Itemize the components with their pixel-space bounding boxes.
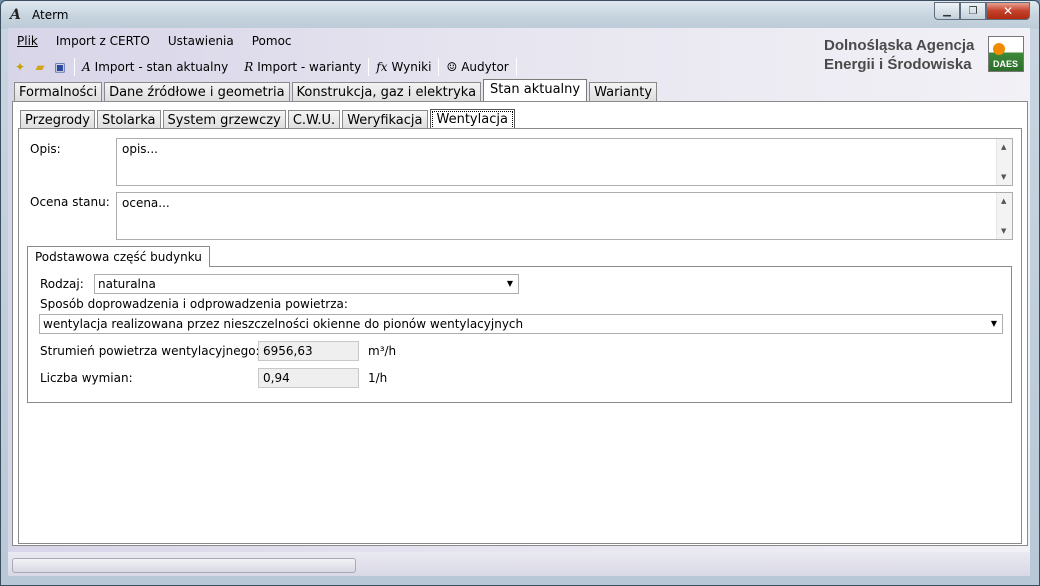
rodzaj-value: naturalna [98,277,156,291]
menu-plik-label: Plik [17,34,38,48]
import-current-label: Import - stan aktualny [94,60,229,74]
tab-dane-zrodlowe[interactable]: Dane źródłowe i geometria [104,82,290,102]
function-icon: fx [376,60,388,74]
menu-pomoc[interactable]: Pomoc [243,32,301,52]
sposob-label: Sposób doprowadzenia i odprowadzenia pow… [40,297,348,311]
tab-weryfikacja[interactable]: Weryfikacja [342,110,428,130]
import-variants-label: Import - warianty [257,60,362,74]
auditor-button[interactable]: ☺ Audytor [443,57,511,77]
sun-icon [993,43,1005,55]
rodzaj-label: Rodzaj: [40,277,84,291]
scroll-down-icon[interactable]: ▼ [1001,173,1006,181]
menu-import-certo-label: Import z CERTO [55,34,150,48]
client-area: Plik Import z CERTO Ustawienia Pomoc ✦ ▰… [8,28,1030,552]
rodzaj-select[interactable]: naturalna ▼ [94,274,519,294]
opis-label: Opis: [30,142,61,156]
restore-icon: ❐ [968,5,978,17]
auditor-icon: ☺ [446,60,458,74]
close-button[interactable]: ✕ [986,2,1030,20]
toolbar-separator [235,58,237,76]
import-variants-button[interactable]: R Import - warianty [241,57,364,77]
scroll-down-icon[interactable]: ▼ [1001,227,1006,235]
menu-bar: Plik Import z CERTO Ustawienia Pomoc [8,32,301,52]
strumien-unit: m³/h [368,344,397,358]
chevron-down-icon: ▼ [506,279,513,288]
ocena-label: Ocena stanu: [30,195,110,209]
strumien-label: Strumień powietrza wentylacyjnego: [40,344,260,358]
ocena-textarea[interactable]: ocena... ▲ ▼ [116,192,1013,240]
minimize-icon: ▁ [943,5,951,17]
toolbar: ✦ ▰ ▣ A Import - stan aktualny R Import … [10,56,521,78]
logo-badge-text: DAES [993,59,1019,69]
logo-line-2: Energii i Środowiska [824,56,972,73]
logo-text: Dolnośląska Agencja Energii i Środowiska [824,36,974,74]
main-tabs: Formalności Dane źródłowe i geometria Ko… [14,79,659,103]
save-button[interactable]: ▣ [50,57,70,77]
open-button[interactable]: ▰ [30,57,50,77]
ocena-text: ocena... [122,196,170,210]
new-file-icon: ✦ [14,60,26,74]
group-tab-podstawowa[interactable]: Podstawowa część budynku [27,246,210,267]
sposob-select[interactable]: wentylacja realizowana przez nieszczelno… [39,314,1003,334]
sposob-value: wentylacja realizowana przez nieszczelno… [43,317,524,331]
scroll-up-icon[interactable]: ▲ [1001,143,1006,151]
chevron-down-icon: ▼ [990,319,997,328]
tab-stan-aktualny[interactable]: Stan aktualny [483,79,588,103]
tab-system-grzewczy[interactable]: System grzewczy [162,110,286,130]
new-file-button[interactable]: ✦ [10,57,30,77]
wymian-label: Liczba wymian: [40,371,133,385]
auditor-label: Audytor [461,60,509,74]
wymian-unit: 1/h [368,371,388,385]
title-bar[interactable]: A Aterm ▁ ❐ ✕ [1,1,1039,29]
window-controls: ▁ ❐ ✕ [934,2,1030,20]
logo-line-1: Dolnośląska Agencja [824,37,975,54]
toolbar-separator [515,58,517,76]
results-label: Wyniki [391,60,432,74]
import-variants-icon: R [244,60,254,74]
menu-plik[interactable]: Plik [8,32,47,52]
results-button[interactable]: fx Wyniki [373,57,434,77]
toolbar-separator [74,58,75,76]
menu-pomoc-label: Pomoc [251,34,292,48]
app-icon: A [10,7,21,23]
menu-ustawienia-label: Ustawienia [167,34,234,48]
menu-ustawienia[interactable]: Ustawienia [159,32,243,52]
tab-konstrukcja[interactable]: Konstrukcja, gaz i elektryka [291,82,482,102]
tab-cwu[interactable]: C.W.U. [287,110,341,130]
minimize-button[interactable]: ▁ [934,2,960,20]
ocena-scrollbar[interactable]: ▲ ▼ [996,193,1012,239]
daes-logo: Dolnośląska Agencja Energii i Środowiska… [824,36,1024,76]
opis-textarea[interactable]: opis... ▲ ▼ [116,138,1013,186]
import-current-icon: A [82,60,91,74]
toolbar-separator [438,58,440,76]
wymian-field[interactable]: 0,94 [258,368,359,388]
logo-badge: DAES [988,36,1024,72]
restore-button[interactable]: ❐ [960,2,986,20]
menu-import-certo[interactable]: Import z CERTO [47,32,159,52]
opis-text: opis... [122,142,158,156]
folder-open-icon: ▰ [35,60,45,74]
window-title: Aterm [32,8,69,22]
tab-warianty[interactable]: Warianty [589,82,658,102]
close-icon: ✕ [1002,4,1014,18]
tab-formalnosci[interactable]: Formalności [14,82,103,102]
opis-scrollbar[interactable]: ▲ ▼ [996,139,1012,185]
horizontal-scrollbar[interactable] [12,558,356,573]
sub-tabs: Przegrody Stolarka System grzewczy C.W.U… [20,109,517,131]
toolbar-separator [368,58,370,76]
import-current-button[interactable]: A Import - stan aktualny [79,57,231,77]
tab-stolarka[interactable]: Stolarka [97,110,161,130]
strumien-field[interactable]: 6956,63 [258,341,359,361]
scroll-up-icon[interactable]: ▲ [1001,197,1006,205]
tab-przegrody[interactable]: Przegrody [20,110,95,130]
save-icon: ▣ [54,60,66,74]
